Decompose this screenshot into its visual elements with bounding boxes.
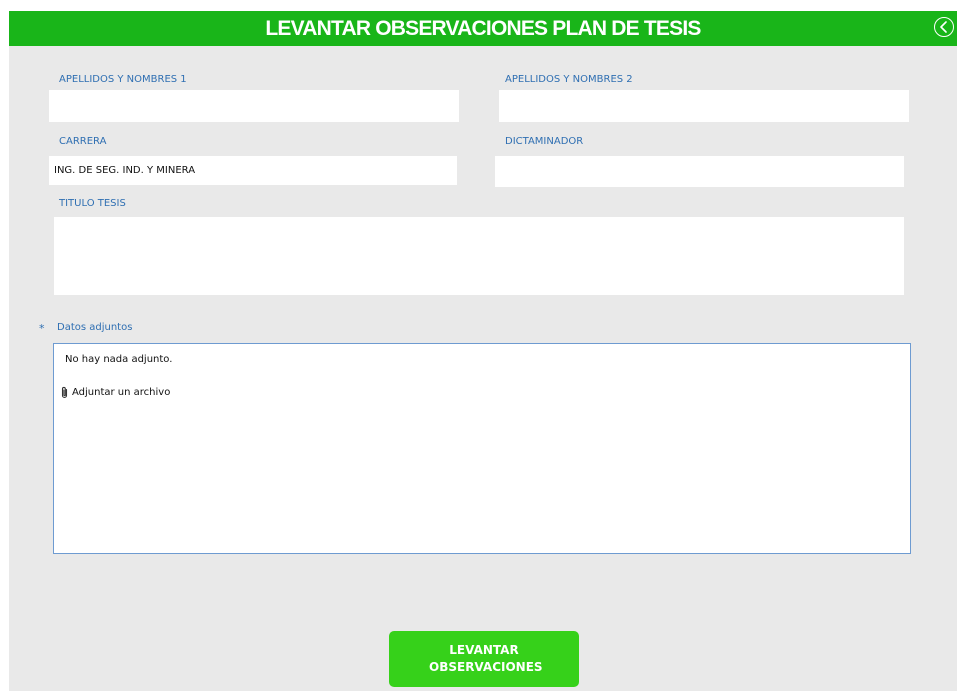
required-star: * xyxy=(39,322,45,335)
levantar-observaciones-button[interactable]: LEVANTAR OBSERVACIONES xyxy=(389,631,579,687)
attachments-box: No hay nada adjunto. Adjuntar un archivo xyxy=(53,343,911,554)
titulo-label: TITULO TESIS xyxy=(59,198,126,209)
apellidos1-label: APELLIDOS Y NOMBRES 1 xyxy=(59,74,187,85)
header-bar: LEVANTAR OBSERVACIONES PLAN DE TESIS xyxy=(9,11,957,46)
carrera-field[interactable]: ING. DE SEG. IND. Y MINERA xyxy=(49,156,457,185)
no-attachments-text: No hay nada adjunto. xyxy=(65,354,173,365)
page: LEVANTAR OBSERVACIONES PLAN DE TESIS APE… xyxy=(0,0,957,691)
titulo-field[interactable] xyxy=(54,217,904,295)
attachments-label: Datos adjuntos xyxy=(57,322,133,333)
carrera-label: CARRERA xyxy=(59,136,107,147)
apellidos1-field[interactable] xyxy=(49,90,459,122)
submit-button-label: LEVANTAR OBSERVACIONES xyxy=(429,643,543,674)
apellidos2-field[interactable] xyxy=(499,90,909,122)
paperclip-icon xyxy=(61,386,68,399)
back-button[interactable] xyxy=(934,17,954,37)
page-title: LEVANTAR OBSERVACIONES PLAN DE TESIS xyxy=(265,17,701,40)
chevron-left-icon xyxy=(940,21,947,33)
attach-file-label: Adjuntar un archivo xyxy=(72,387,171,398)
apellidos2-label: APELLIDOS Y NOMBRES 2 xyxy=(505,74,633,85)
dictaminador-label: DICTAMINADOR xyxy=(505,136,584,147)
attach-file-link[interactable]: Adjuntar un archivo xyxy=(60,386,170,399)
dictaminador-field[interactable] xyxy=(495,156,904,187)
